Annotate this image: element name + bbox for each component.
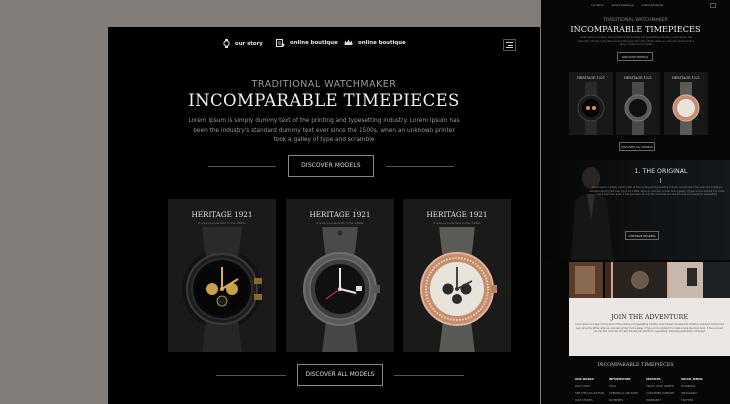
footer-link[interactable]: WARRANTY xyxy=(646,397,674,404)
nav-item-online-boutique-2[interactable]: online boutique xyxy=(344,39,406,46)
preview-adventure-title: JOIN THE ADVENTURE xyxy=(611,314,688,321)
card-subtitle: It was popularised in the 1960s xyxy=(316,221,364,225)
footer-heading: INFORMATION xyxy=(609,377,631,381)
hero-eyebrow: TRADITIONAL WATCHMAKER xyxy=(251,79,397,90)
watch-black-gold-image xyxy=(168,227,276,352)
footer-link-twitter[interactable]: TWITTER xyxy=(681,397,703,404)
hero-description: Lorem Ipsum is simply dummy text of the … xyxy=(188,118,460,143)
preview-watch-image xyxy=(577,82,605,135)
preview-original-description: Lorem Ipsum is simply dummy text of the … xyxy=(589,186,725,197)
divider-line xyxy=(386,166,454,167)
preview-product-card[interactable]: HERITAGE 1921 xyxy=(569,72,613,135)
footer-link-facebook[interactable]: FACEBOOK xyxy=(681,383,703,390)
card-title: HERITAGE 1921 xyxy=(191,210,253,219)
preview-hero-description: Lorem Ipsum is simply dummy text of the … xyxy=(577,36,695,47)
footer-heading: OUR WORLD xyxy=(575,377,594,381)
preview-watch-image xyxy=(672,82,700,135)
preview-hero-title: INCOMPARABLE TIMEPIECES xyxy=(570,24,701,34)
top-nav: our story online boutique online boutiqu… xyxy=(108,39,540,53)
hamburger-icon[interactable] xyxy=(503,39,516,51)
footer-link[interactable]: OUR STORY xyxy=(575,383,604,390)
preview-discover-button[interactable]: DISCOVER MODELS xyxy=(617,52,653,61)
model-photo-image xyxy=(571,167,613,260)
footer-link[interactable]: CUSTOMER SUPPORT xyxy=(646,390,674,397)
preview-original-section xyxy=(541,160,730,260)
footer-link[interactable]: SEE THE COLLECTION xyxy=(575,390,604,397)
preview-card-title: HERITAGE 1921 xyxy=(672,76,700,80)
preview-card-title: HERITAGE 1921 xyxy=(577,76,605,80)
footer-column: INFORMATION FAQS SHIPPING & DELIVERY PAY… xyxy=(609,376,638,404)
nav-label: online boutique xyxy=(290,40,338,46)
divider-line xyxy=(216,375,286,376)
footer-link[interactable]: OUR STORES xyxy=(575,397,604,404)
preview-footer-title: INCOMPARABLE TIMEPIECES xyxy=(597,363,674,368)
preview-nav-item[interactable]: our story xyxy=(591,3,604,7)
product-card[interactable]: HERITAGE 1921 It was popularised in the … xyxy=(168,199,276,352)
watch-rose-gold-image xyxy=(403,227,511,352)
watch-icon xyxy=(223,39,230,48)
preview-card-title: HERITAGE 1921 xyxy=(624,76,652,80)
footer-link[interactable]: TRACK YOUR ORDER xyxy=(646,383,674,390)
preview-product-card[interactable]: HERITAGE 1921 xyxy=(664,72,708,135)
preview-hero-eyebrow: TRADITIONAL WATCHMAKER xyxy=(603,18,668,23)
card-title: HERITAGE 1921 xyxy=(309,210,371,219)
gallery-images xyxy=(569,262,730,298)
preview-adventure-section: JOIN THE ADVENTURE Lorem Ipsum is simply… xyxy=(569,298,730,356)
preview-nav: our story online boutique online boutiqu… xyxy=(591,3,663,7)
footer-heading: SOCIAL MEDIA xyxy=(681,377,703,381)
card-subtitle: It was popularised in the 1960s xyxy=(198,221,246,225)
preview-original-title: 1. THE ORIGINAL xyxy=(634,168,688,175)
full-page-preview: our story online boutique online boutiqu… xyxy=(541,0,730,404)
product-card[interactable]: HERITAGE 1921 It was popularised in the … xyxy=(286,199,394,352)
product-card[interactable]: HERITAGE 1921 It was popularised in the … xyxy=(403,199,511,352)
divider-line xyxy=(394,375,464,376)
footer-link[interactable]: SHIPPING & DELIVERY xyxy=(609,390,638,397)
card-subtitle: It was popularised in the 1960s xyxy=(433,221,481,225)
nav-label: online boutique xyxy=(358,39,406,46)
preview-nav-item[interactable]: online boutique xyxy=(612,3,634,7)
hero-title: INCOMPARABLE TIMEPIECES xyxy=(188,91,460,110)
watch-titanium-image xyxy=(286,227,394,352)
preview-hamburger-icon[interactable] xyxy=(710,3,716,8)
preview-watch-image xyxy=(624,82,652,135)
preview-nav-item[interactable]: online boutique xyxy=(641,3,663,7)
main-page-mockup: our story online boutique online boutiqu… xyxy=(108,27,540,404)
card-title: HERITAGE 1921 xyxy=(426,210,488,219)
footer-link[interactable]: FAQS xyxy=(609,383,638,390)
nav-label: our story xyxy=(235,40,263,47)
footer-heading: SERVICES xyxy=(646,377,661,381)
footer-link[interactable]: PAYMENTS xyxy=(609,397,638,404)
discover-models-button[interactable]: DISCOVER MODELS xyxy=(288,155,374,177)
footer-column: SERVICES TRACK YOUR ORDER CUSTOMER SUPPO… xyxy=(646,376,674,404)
nav-item-online-boutique[interactable]: online boutique xyxy=(276,39,338,47)
preview-discover-all-button[interactable]: DISCOVER ALL MODELS xyxy=(619,142,655,151)
crown-icon xyxy=(344,39,353,46)
preview-product-card[interactable]: HERITAGE 1921 xyxy=(616,72,660,135)
nav-item-our-story[interactable]: our story xyxy=(223,39,263,48)
preview-continue-reading-button[interactable]: CONTINUE READING xyxy=(625,231,659,240)
divider-line xyxy=(660,178,661,183)
discover-all-models-button[interactable]: DISCOVER ALL MODELS xyxy=(297,364,383,386)
footer-link-instagram[interactable]: INSTAGRAM xyxy=(681,390,703,397)
catalog-icon xyxy=(276,39,285,47)
preview-adventure-description: Lorem Ipsum is simply dummy text of the … xyxy=(575,323,724,333)
footer-column: SOCIAL MEDIA FACEBOOK INSTAGRAM TWITTER xyxy=(681,376,703,404)
footer-column: OUR WORLD OUR STORY SEE THE COLLECTION O… xyxy=(575,376,604,404)
divider-line xyxy=(208,166,276,167)
